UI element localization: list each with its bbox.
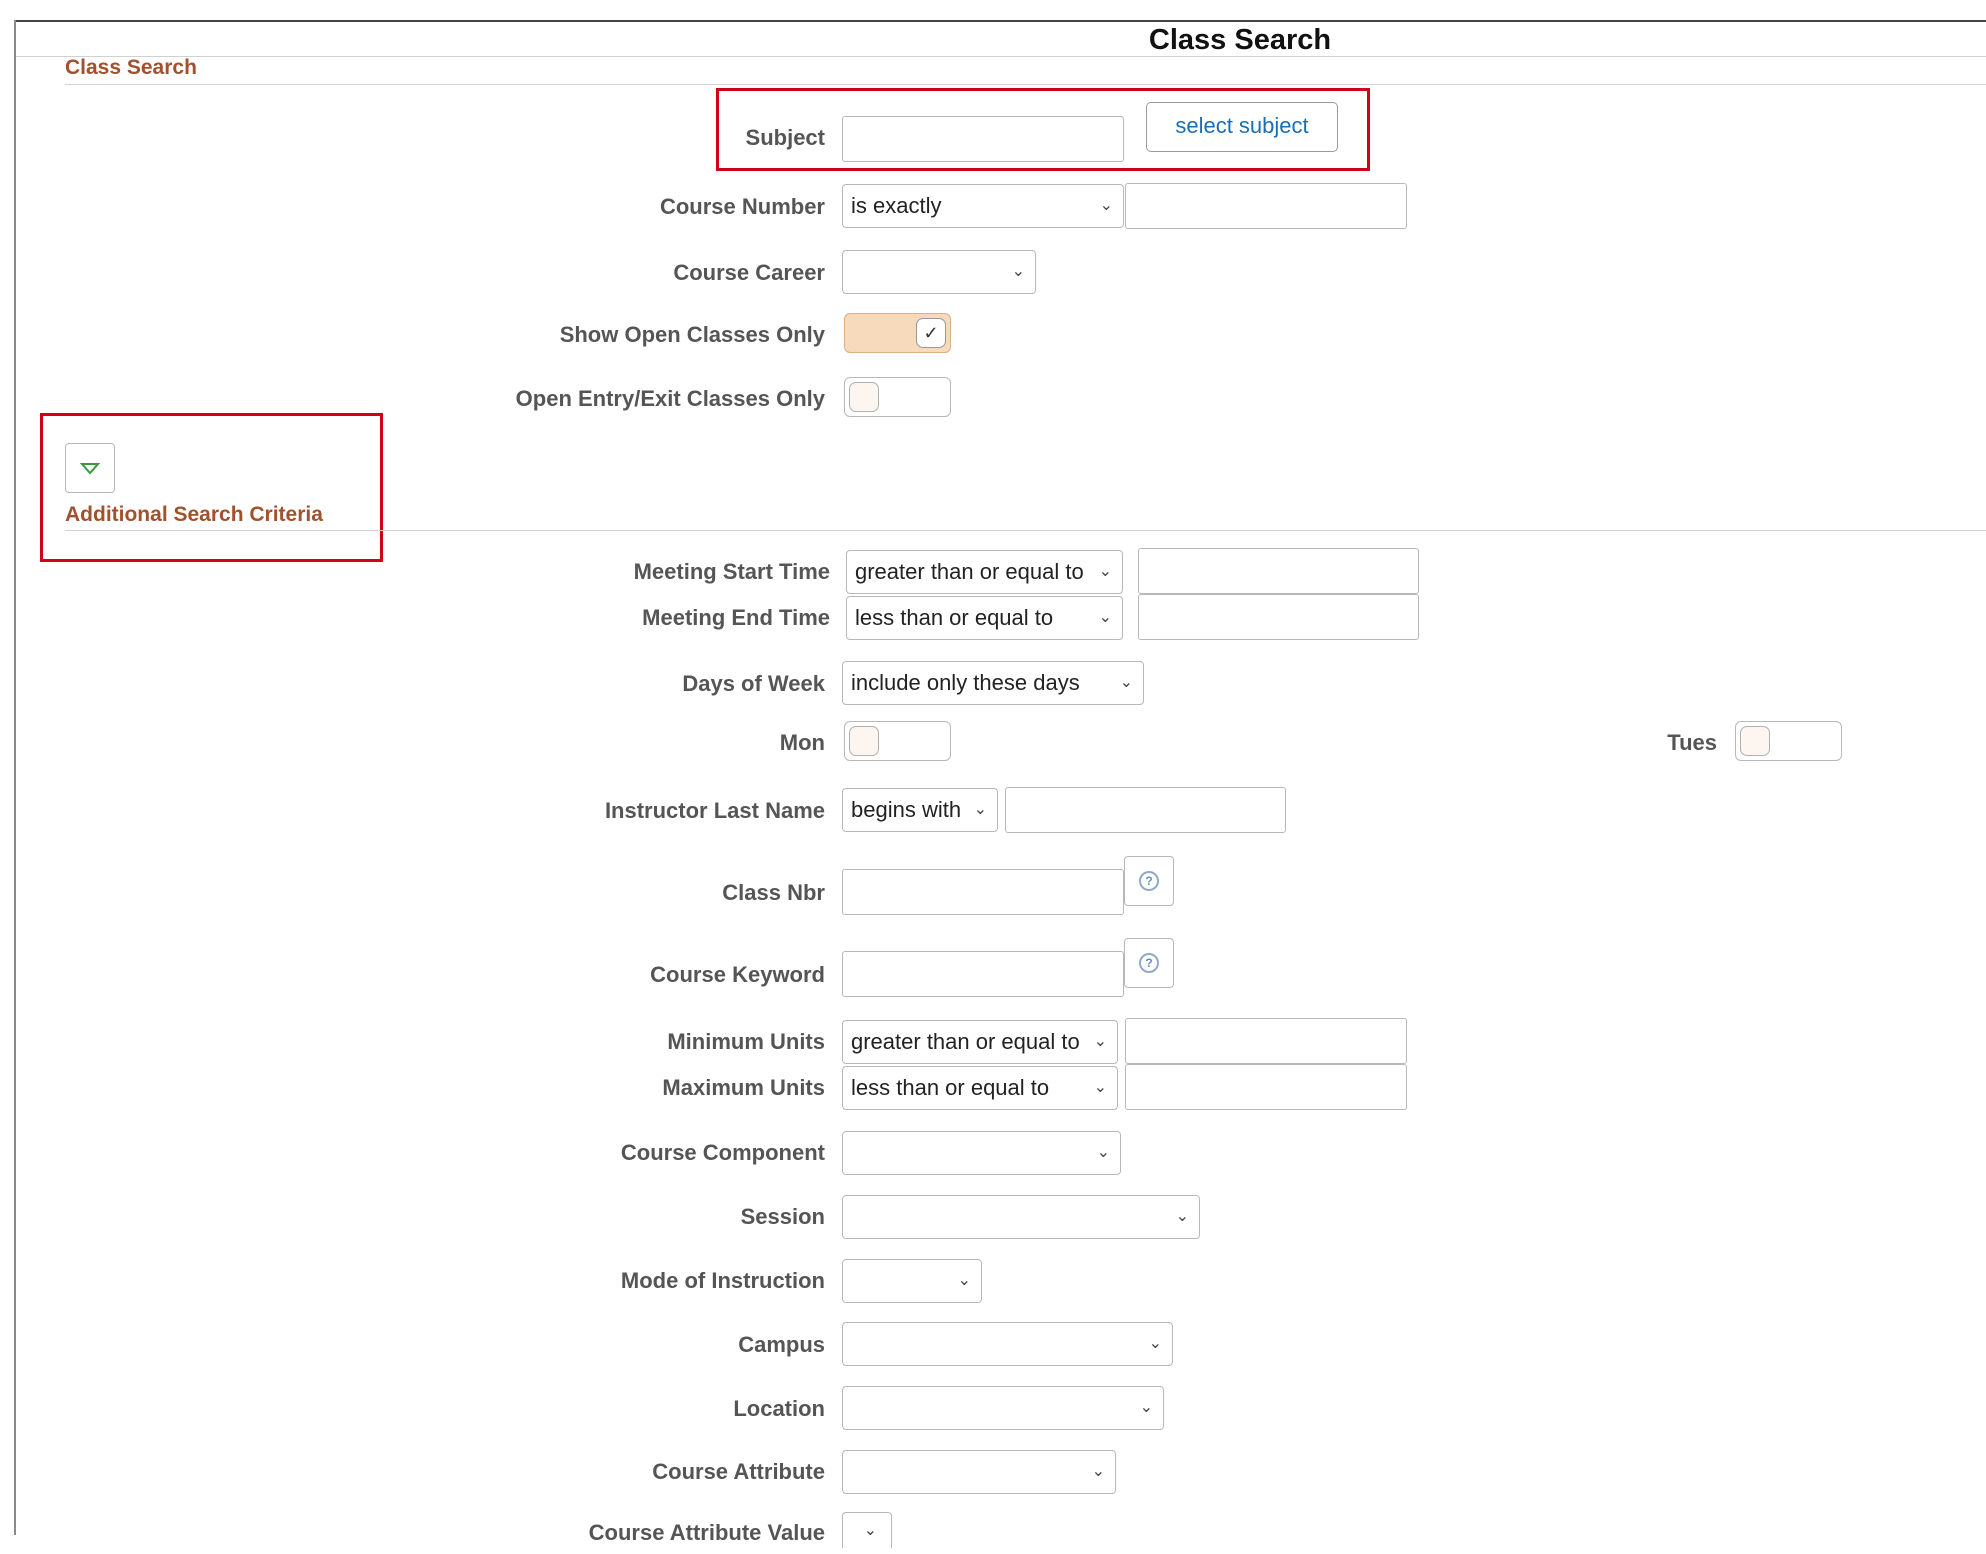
meeting-end-operator-select[interactable]: less than or equal to ⌄ <box>846 596 1123 640</box>
course-number-operator-select[interactable]: is exactly ⌄ <box>842 184 1124 228</box>
course-career-select[interactable]: ⌄ <box>842 250 1036 294</box>
meeting-start-operator-value: greater than or equal to <box>855 559 1084 584</box>
chevron-down-icon: ⌄ <box>1099 197 1113 214</box>
maximum-units-input[interactable] <box>1125 1064 1407 1110</box>
maximum-units-operator-value: less than or equal to <box>851 1075 1050 1100</box>
help-question-icon: ? <box>1139 871 1159 891</box>
chevron-down-icon: ⌄ <box>1098 609 1112 626</box>
chevron-down-icon: ⌄ <box>1093 1079 1107 1096</box>
show-open-classes-toggle[interactable]: ✓ <box>844 313 951 353</box>
section-divider <box>65 84 1986 85</box>
mon-label: Mon <box>779 730 825 755</box>
meeting-start-label: Meeting Start Time <box>633 559 830 584</box>
course-component-select[interactable]: ⌄ <box>842 1131 1121 1175</box>
expand-additional-criteria-button[interactable] <box>65 443 115 493</box>
chevron-down-icon: ⌄ <box>1011 263 1025 280</box>
chevron-down-icon: ⌄ <box>957 1272 971 1289</box>
days-of-week-operator-select[interactable]: include only these days ⌄ <box>842 661 1144 705</box>
open-entry-exit-label: Open Entry/Exit Classes Only <box>515 386 825 411</box>
subject-input[interactable] <box>842 116 1124 162</box>
page-title: Class Search <box>1148 24 1332 56</box>
mode-of-instruction-select[interactable]: ⌄ <box>842 1259 982 1303</box>
toggle-knob <box>1740 726 1770 756</box>
session-select[interactable]: ⌄ <box>842 1195 1200 1239</box>
course-attribute-value-label: Course Attribute Value <box>588 1520 825 1545</box>
toggle-knob <box>849 382 879 412</box>
tues-label: Tues <box>1667 730 1717 755</box>
campus-label: Campus <box>738 1332 825 1357</box>
location-label: Location <box>733 1396 825 1421</box>
select-subject-button[interactable]: select subject <box>1146 102 1338 152</box>
window-top-border <box>16 20 1986 22</box>
instructor-last-name-label: Instructor Last Name <box>604 798 825 823</box>
chevron-down-icon: ⌄ <box>1119 674 1133 691</box>
chevron-down-icon: ⌄ <box>1096 1144 1110 1161</box>
course-attribute-select[interactable]: ⌄ <box>842 1450 1116 1494</box>
show-open-classes-label: Show Open Classes Only <box>559 322 825 347</box>
session-label: Session <box>740 1204 825 1229</box>
section-title-class-search: Class Search <box>65 56 197 79</box>
chevron-down-icon: ⌄ <box>1098 563 1112 580</box>
chevron-down-icon: ⌄ <box>1175 1208 1189 1225</box>
course-attribute-label: Course Attribute <box>652 1459 825 1484</box>
instructor-last-name-input[interactable] <box>1005 787 1286 833</box>
section-title-additional: Additional Search Criteria <box>65 503 323 526</box>
course-number-input[interactable] <box>1125 183 1407 229</box>
tues-toggle[interactable] <box>1735 721 1842 761</box>
mon-toggle[interactable] <box>844 721 951 761</box>
course-attribute-value-select[interactable]: ⌄ <box>842 1512 892 1548</box>
window-left-border <box>14 20 16 1535</box>
chevron-down-icon: ⌄ <box>1148 1335 1162 1352</box>
additional-divider <box>65 530 1986 531</box>
minimum-units-operator-select[interactable]: greater than or equal to ⌄ <box>842 1020 1118 1064</box>
chevron-down-icon: ⌄ <box>1091 1463 1105 1480</box>
minimum-units-operator-value: greater than or equal to <box>851 1029 1080 1054</box>
course-number-operator-value: is exactly <box>851 193 942 218</box>
meeting-start-operator-select[interactable]: greater than or equal to ⌄ <box>846 550 1123 594</box>
course-number-label: Course Number <box>659 194 825 219</box>
chevron-down-icon: ⌄ <box>1139 1399 1153 1416</box>
maximum-units-label: Maximum Units <box>662 1075 825 1100</box>
course-keyword-label: Course Keyword <box>650 962 825 987</box>
maximum-units-operator-select[interactable]: less than or equal to ⌄ <box>842 1066 1118 1110</box>
chevron-down-icon: ⌄ <box>863 1522 877 1539</box>
class-nbr-input[interactable] <box>842 869 1124 915</box>
course-career-label: Course Career <box>673 260 825 285</box>
triangle-down-icon <box>79 463 101 475</box>
instructor-operator-value: begins with <box>851 797 962 822</box>
toggle-knob <box>849 726 879 756</box>
instructor-operator-select[interactable]: begins with ⌄ <box>842 788 998 832</box>
days-of-week-operator-value: include only these days <box>851 670 1080 695</box>
meeting-start-input[interactable] <box>1138 548 1419 594</box>
course-keyword-input[interactable] <box>842 951 1124 997</box>
chevron-down-icon: ⌄ <box>973 801 987 818</box>
checkmark-icon: ✓ <box>916 318 946 348</box>
campus-select[interactable]: ⌄ <box>842 1322 1173 1366</box>
minimum-units-input[interactable] <box>1125 1018 1407 1064</box>
minimum-units-label: Minimum Units <box>667 1029 825 1054</box>
course-keyword-help-button[interactable]: ? <box>1124 938 1174 988</box>
help-question-icon: ? <box>1139 953 1159 973</box>
days-of-week-label: Days of Week <box>682 671 825 696</box>
title-divider <box>16 56 1986 57</box>
meeting-end-label: Meeting End Time <box>642 605 830 630</box>
subject-label: Subject <box>745 125 825 150</box>
open-entry-exit-toggle[interactable] <box>844 377 951 417</box>
location-select[interactable]: ⌄ <box>842 1386 1164 1430</box>
meeting-end-operator-value: less than or equal to <box>855 605 1054 630</box>
course-component-label: Course Component <box>620 1140 825 1165</box>
mode-of-instruction-label: Mode of Instruction <box>620 1268 825 1293</box>
meeting-end-input[interactable] <box>1138 594 1419 640</box>
chevron-down-icon: ⌄ <box>1093 1033 1107 1050</box>
class-nbr-label: Class Nbr <box>722 880 825 905</box>
class-nbr-help-button[interactable]: ? <box>1124 856 1174 906</box>
